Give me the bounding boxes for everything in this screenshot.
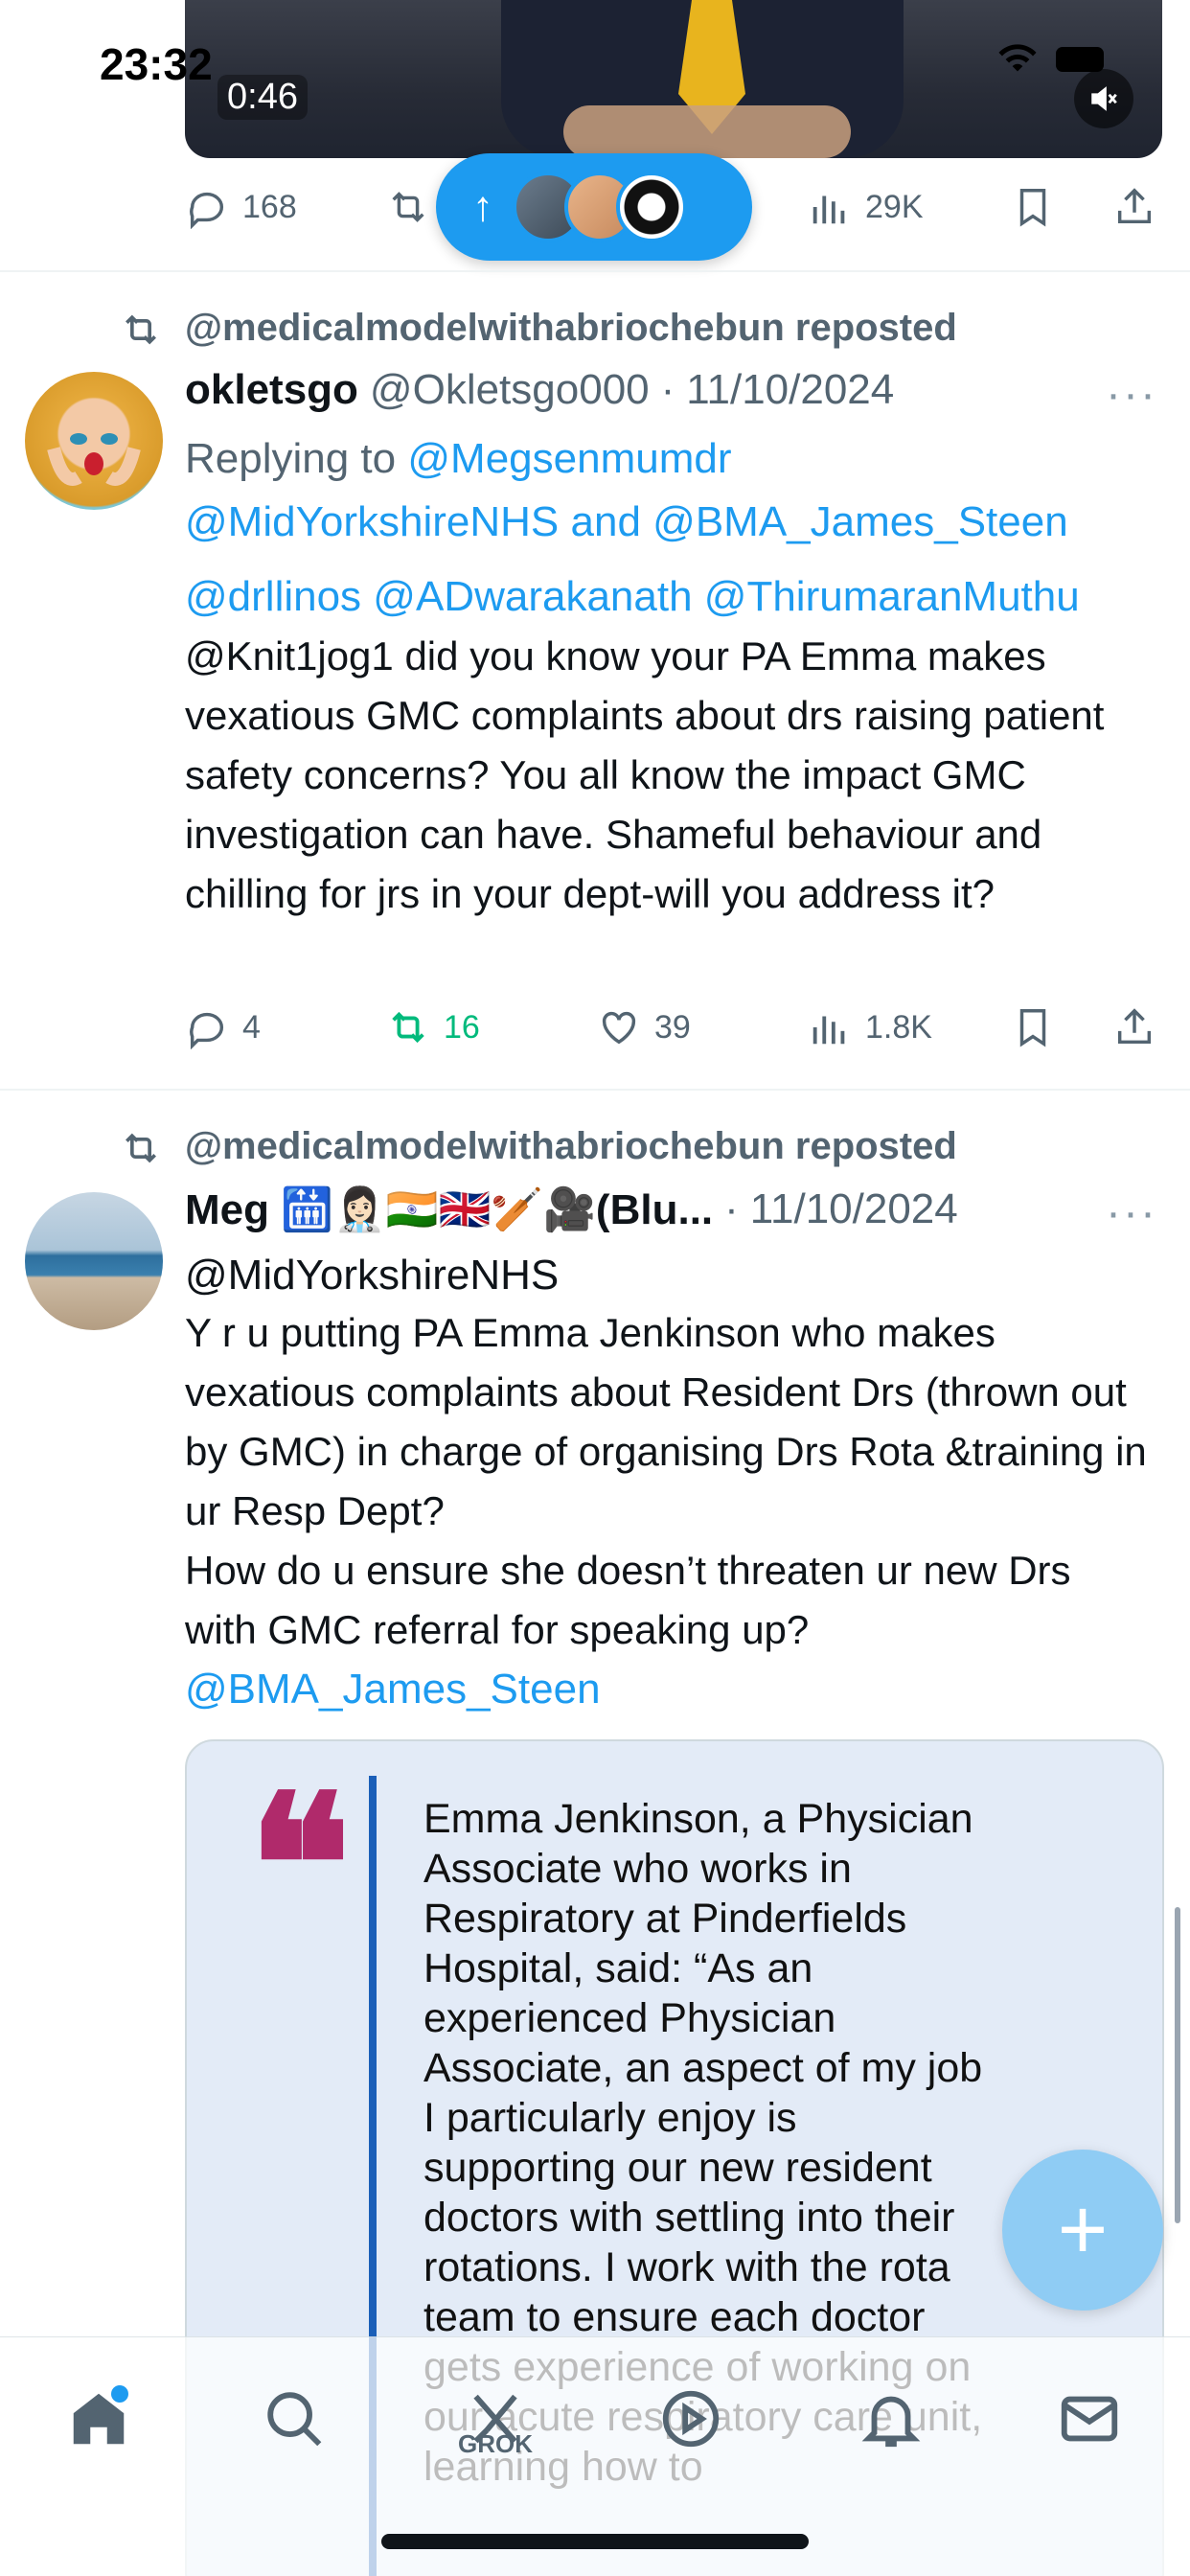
tab-search[interactable] bbox=[251, 2376, 337, 2462]
battery-icon bbox=[1056, 47, 1104, 72]
author-name[interactable]: Meg 🛗👩🏻‍⚕️🇮🇳🇬🇧🏏🎥(Blu... bbox=[185, 1184, 713, 1234]
status-time: 23:32 bbox=[100, 39, 213, 89]
heart-icon bbox=[602, 1011, 636, 1045]
reply-button[interactable]: 4 bbox=[185, 1005, 261, 1049]
share-icon bbox=[1117, 1008, 1152, 1045]
repost-by: @medicalmodelwithabriochebun reposted bbox=[185, 307, 957, 349]
repost-button[interactable]: 16 bbox=[386, 1005, 480, 1049]
mute-icon[interactable] bbox=[1074, 69, 1133, 128]
status-icons bbox=[996, 44, 1104, 75]
reply-button[interactable]: 168 bbox=[185, 185, 297, 229]
separator-dot: · bbox=[724, 1185, 739, 1232]
video-player[interactable]: 0:46 bbox=[185, 0, 1162, 158]
repost-icon bbox=[392, 1011, 424, 1044]
tab-messages[interactable] bbox=[1046, 2376, 1133, 2462]
divider bbox=[0, 270, 1190, 272]
mention-link[interactable]: @BMA_James_Steen bbox=[652, 498, 1068, 545]
mention-and: and bbox=[570, 498, 641, 545]
more-options-icon[interactable]: ··· bbox=[1106, 1186, 1157, 1239]
like-button[interactable]: 39 bbox=[597, 1005, 691, 1049]
views-button[interactable]: 29K bbox=[808, 185, 924, 229]
repost-by: @medicalmodelwithabriochebun reposted bbox=[185, 1125, 957, 1167]
reply-icon bbox=[190, 192, 224, 229]
mention-link[interactable]: @ThirumaranMuthu bbox=[704, 573, 1080, 620]
mention-link[interactable]: @MidYorkshireNHS bbox=[185, 498, 559, 545]
more-options-icon[interactable]: ··· bbox=[1106, 368, 1157, 421]
repost-button[interactable] bbox=[386, 185, 430, 229]
mention-link[interactable]: @ADwarakanath bbox=[373, 573, 692, 620]
home-indicator[interactable] bbox=[381, 2534, 809, 2549]
mention-link[interactable]: @drllinos bbox=[185, 573, 361, 620]
reply-icon bbox=[190, 1012, 224, 1049]
tweet-mentions: @drllinos @ADwarakanath @ThirumaranMuthu bbox=[185, 567, 1172, 627]
views-count: 29K bbox=[865, 188, 924, 225]
tab-home[interactable] bbox=[56, 2376, 142, 2462]
share-button[interactable] bbox=[1112, 1005, 1156, 1049]
reply-count: 4 bbox=[242, 1008, 261, 1046]
notification-dot bbox=[111, 2385, 128, 2403]
bell-icon bbox=[861, 2396, 921, 2448]
avatar bbox=[616, 172, 687, 242]
mention-link[interactable]: @MidYorkshireNHS bbox=[185, 1246, 1172, 1305]
bookmark-icon bbox=[1019, 1009, 1046, 1047]
quote-mark-icon: ❝ bbox=[248, 1753, 352, 1978]
repost-icon bbox=[126, 1133, 156, 1163]
avatar-illustration bbox=[47, 433, 141, 486]
scrollbar[interactable] bbox=[1175, 1907, 1180, 2223]
mail-icon bbox=[1061, 2396, 1118, 2442]
repost-count: 16 bbox=[444, 1008, 480, 1046]
author-name[interactable]: okletsgo bbox=[185, 366, 358, 414]
share-button[interactable] bbox=[1112, 185, 1156, 229]
tweet-header: okletsgo @Okletsgo000 · 11/10/2024 bbox=[185, 366, 1133, 414]
arrow-up-icon: ↑ bbox=[472, 183, 493, 230]
play-icon bbox=[662, 2390, 720, 2448]
repost-indicator[interactable]: @medicalmodelwithabriochebun reposted bbox=[126, 307, 957, 350]
replying-to: Replying to @Megsenmumdr @MidYorkshireNH… bbox=[185, 427, 1172, 554]
like-count: 39 bbox=[654, 1008, 691, 1046]
repost-indicator[interactable]: @medicalmodelwithabriochebun reposted bbox=[126, 1125, 957, 1168]
tweet-date[interactable]: 11/10/2024 bbox=[750, 1185, 958, 1233]
tweet-date[interactable]: 11/10/2024 bbox=[686, 366, 894, 414]
avatar[interactable] bbox=[25, 372, 163, 510]
replying-prefix: Replying to bbox=[185, 435, 397, 482]
video-frame-hands bbox=[563, 105, 851, 158]
bookmark-button[interactable] bbox=[1011, 1005, 1055, 1049]
repost-icon bbox=[392, 192, 424, 222]
views-count: 1.8K bbox=[865, 1008, 932, 1046]
divider bbox=[0, 1089, 1190, 1091]
separator-dot: · bbox=[660, 366, 675, 413]
share-icon bbox=[1117, 188, 1152, 224]
new-posts-pill[interactable]: ↑ bbox=[436, 153, 752, 261]
video-timestamp: 0:46 bbox=[217, 75, 308, 120]
tweet-header: Meg 🛗👩🏻‍⚕️🇮🇳🇬🇧🏏🎥(Blu... · 11/10/2024 bbox=[185, 1184, 1133, 1234]
views-icon bbox=[812, 196, 845, 224]
bookmark-button[interactable] bbox=[1011, 185, 1055, 229]
reply-count: 168 bbox=[242, 188, 297, 225]
compose-button[interactable]: + bbox=[1002, 2150, 1163, 2311]
views-icon bbox=[812, 1016, 845, 1045]
search-icon bbox=[267, 2392, 322, 2447]
tab-notifications[interactable] bbox=[848, 2376, 934, 2462]
wifi-icon bbox=[998, 44, 1037, 72]
author-handle[interactable]: @Okletsgo000 bbox=[370, 366, 650, 414]
tweet-text: @Knit1jog1 did you know your PA Emma mak… bbox=[185, 633, 1105, 916]
avatar[interactable] bbox=[25, 1192, 163, 1330]
bookmark-icon bbox=[1019, 189, 1046, 227]
tab-video[interactable] bbox=[648, 2376, 734, 2462]
tweet-text: Y r u putting PA Emma Jenkinson who make… bbox=[185, 1310, 1147, 1652]
tweet-actions: 4 16 39 1.8K bbox=[185, 999, 1162, 1056]
mention-link[interactable]: @BMA_James_Steen bbox=[185, 1660, 1172, 1719]
grok-tab-label: GROK bbox=[458, 2429, 533, 2458]
views-button[interactable]: 1.8K bbox=[808, 1005, 932, 1049]
mention-link[interactable]: @Megsenmumdr bbox=[407, 435, 731, 482]
repost-icon bbox=[126, 314, 156, 345]
